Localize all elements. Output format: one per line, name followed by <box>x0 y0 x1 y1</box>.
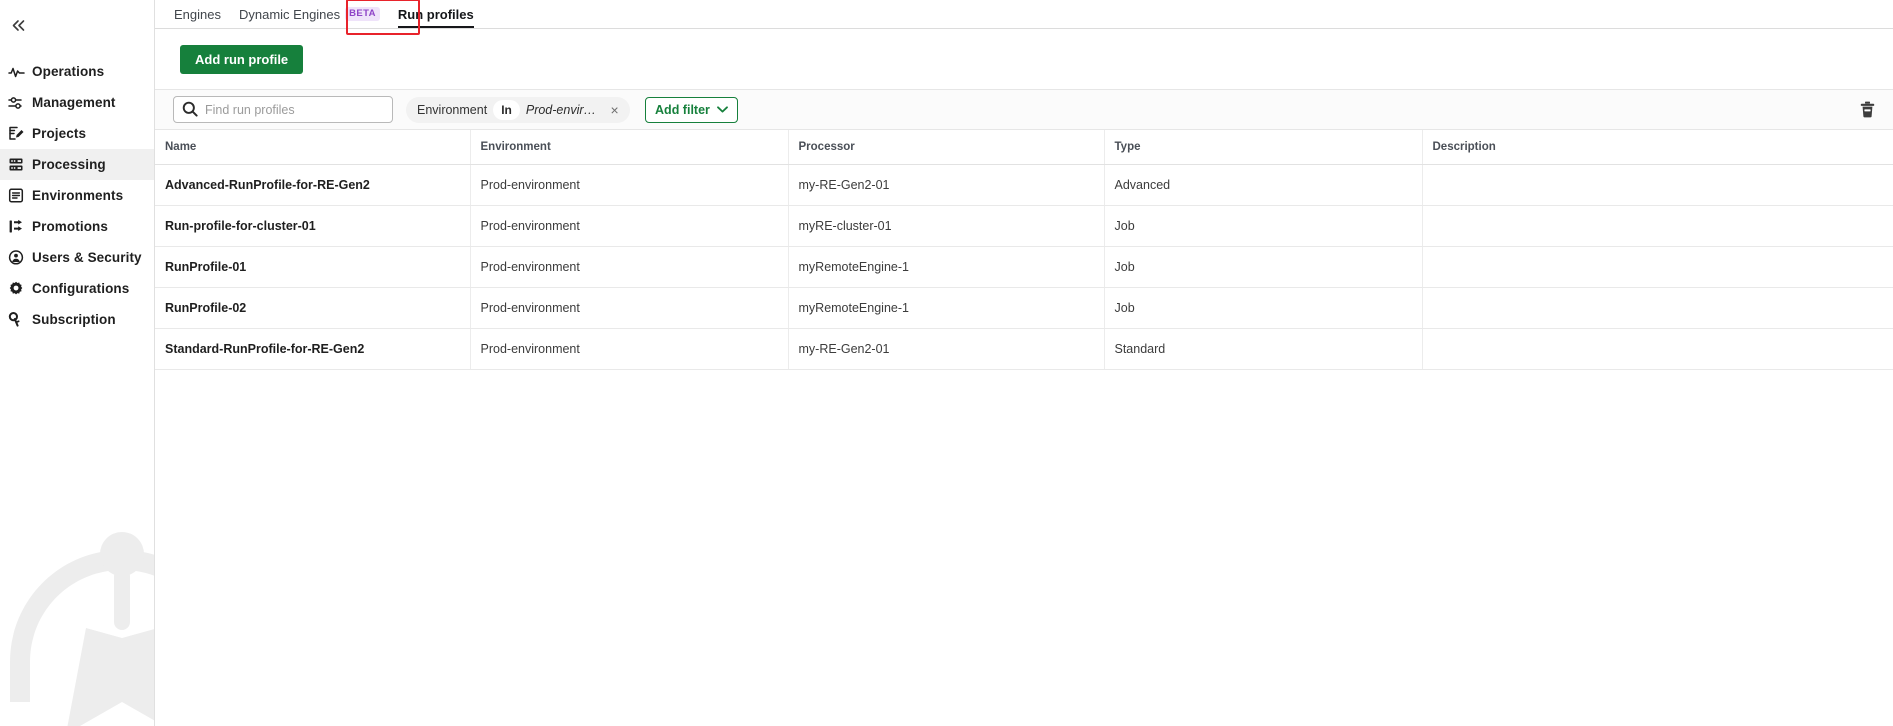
cell-environment: Prod-environment <box>470 164 789 206</box>
promote-arrow-icon <box>8 217 32 237</box>
add-filter-button[interactable]: Add filter <box>645 96 738 123</box>
key-icon <box>8 310 32 330</box>
clear-filters-button[interactable] <box>1856 99 1878 121</box>
sidebar-item-label: Management <box>32 95 116 110</box>
cell-processor: myRemoteEngine-1 <box>788 287 1105 329</box>
cell-name: RunProfile-02 <box>155 287 471 329</box>
user-circle-icon <box>8 248 32 268</box>
column-header-environment[interactable]: Environment <box>470 130 789 165</box>
sidebar-item-label: Operations <box>32 64 105 79</box>
sidebar-item-label: Configurations <box>32 281 130 296</box>
column-header-processor[interactable]: Processor <box>788 130 1105 165</box>
cell-type: Job <box>1104 205 1423 247</box>
tab-dynamic-engines[interactable]: Dynamic Engines BETA <box>230 6 389 28</box>
tab-bar: Engines Dynamic Engines BETA Run profile… <box>155 0 1893 35</box>
sidebar-item-label: Users & Security <box>32 250 142 265</box>
filter-chip-operator: In <box>493 99 520 120</box>
sidebar-item-promotions[interactable]: Promotions <box>0 211 154 242</box>
filter-bar: Environment In Prod-envir… × Add filter <box>155 89 1893 130</box>
sidebar-item-users-and-security[interactable]: Users & Security <box>0 242 154 273</box>
toolbar: Add run profile <box>155 29 1893 74</box>
run-profiles-table-container: Name Environment Processor Type Descript… <box>155 130 1893 726</box>
table-header-row: Name Environment Processor Type Descript… <box>155 130 1893 165</box>
sidebar-nav: Operations Management Projects Processin… <box>0 56 154 335</box>
cell-processor: my-RE-Gen2-01 <box>788 328 1105 370</box>
cell-processor: my-RE-Gen2-01 <box>788 164 1105 206</box>
column-header-description[interactable]: Description <box>1422 130 1893 165</box>
tab-label: Run profiles <box>397 7 474 22</box>
list-box-icon <box>8 186 32 206</box>
cell-environment: Prod-environment <box>470 205 789 247</box>
cell-environment: Prod-environment <box>470 246 789 288</box>
cell-description <box>1422 328 1893 370</box>
sidebar: Operations Management Projects Processin… <box>0 0 155 726</box>
cell-name: Standard-RunProfile-for-RE-Gen2 <box>155 328 471 370</box>
cell-name: Run-profile-for-cluster-01 <box>155 205 471 247</box>
cell-name: Advanced-RunProfile-for-RE-Gen2 <box>155 164 471 206</box>
sidebar-item-subscription[interactable]: Subscription <box>0 304 154 335</box>
cell-name: RunProfile-01 <box>155 246 471 288</box>
search-field <box>173 96 393 123</box>
cell-type: Standard <box>1104 328 1423 370</box>
table-row[interactable]: Standard-RunProfile-for-RE-Gen2 Prod-env… <box>155 328 1893 370</box>
cell-type: Job <box>1104 246 1423 288</box>
sidebar-item-environments[interactable]: Environments <box>0 180 154 211</box>
cell-processor: myRemoteEngine-1 <box>788 246 1105 288</box>
chevron-double-left-icon <box>12 19 24 31</box>
sidebar-item-label: Subscription <box>32 312 116 327</box>
table-body: Advanced-RunProfile-for-RE-Gen2 Prod-env… <box>155 164 1893 370</box>
filter-chip-value: Prod-envir… <box>525 102 597 117</box>
tab-label: Dynamic Engines <box>238 7 341 22</box>
close-icon[interactable]: × <box>606 101 623 118</box>
file-edit-icon <box>8 124 32 144</box>
cell-processor: myRE-cluster-01 <box>788 205 1105 247</box>
app-root: Operations Management Projects Processin… <box>0 0 1893 726</box>
sidebar-item-label: Processing <box>32 157 106 172</box>
cell-description <box>1422 246 1893 288</box>
brand-watermark-logo <box>10 532 154 726</box>
cell-description <box>1422 205 1893 247</box>
run-profiles-table: Name Environment Processor Type Descript… <box>155 130 1893 370</box>
cell-type: Job <box>1104 287 1423 329</box>
add-filter-label: Add filter <box>655 102 710 117</box>
table-row[interactable]: RunProfile-02 Prod-environment myRemoteE… <box>155 287 1893 329</box>
gear-icon <box>8 279 32 299</box>
column-header-name[interactable]: Name <box>155 130 471 165</box>
tab-run-profiles[interactable]: Run profiles <box>389 7 483 28</box>
search-input[interactable] <box>173 96 393 123</box>
cell-environment: Prod-environment <box>470 287 789 329</box>
table-head: Name Environment Processor Type Descript… <box>155 130 1893 165</box>
sidebar-item-processing[interactable]: Processing <box>0 149 154 180</box>
sidebar-item-label: Environments <box>32 188 124 203</box>
sliders-icon <box>8 93 32 113</box>
sidebar-item-label: Promotions <box>32 219 109 234</box>
table-row[interactable]: Run-profile-for-cluster-01 Prod-environm… <box>155 205 1893 247</box>
cell-type: Advanced <box>1104 164 1423 206</box>
filter-chip-environment[interactable]: Environment In Prod-envir… × <box>406 96 631 123</box>
table-row[interactable]: RunProfile-01 Prod-environment myRemoteE… <box>155 246 1893 288</box>
server-rack-icon <box>8 155 32 175</box>
trash-icon <box>1860 101 1874 118</box>
sidebar-item-configurations[interactable]: Configurations <box>0 273 154 304</box>
add-run-profile-button[interactable]: Add run profile <box>180 45 304 74</box>
tab-engines[interactable]: Engines <box>165 7 230 28</box>
sidebar-item-projects[interactable]: Projects <box>0 118 154 149</box>
sidebar-collapse-button[interactable] <box>4 13 32 37</box>
sidebar-item-label: Projects <box>32 126 87 141</box>
main-content: Engines Dynamic Engines BETA Run profile… <box>155 0 1893 726</box>
sidebar-item-operations[interactable]: Operations <box>0 56 154 87</box>
cell-description <box>1422 287 1893 329</box>
column-header-type[interactable]: Type <box>1104 130 1423 165</box>
cell-environment: Prod-environment <box>470 328 789 370</box>
table-row[interactable]: Advanced-RunProfile-for-RE-Gen2 Prod-env… <box>155 164 1893 206</box>
chevron-down-icon <box>716 106 728 113</box>
beta-badge: BETA <box>345 6 380 21</box>
cell-description <box>1422 164 1893 206</box>
activity-pulse-icon <box>8 62 32 82</box>
sidebar-item-management[interactable]: Management <box>0 87 154 118</box>
filter-chip-field: Environment <box>417 102 488 117</box>
tab-label: Engines <box>174 7 221 22</box>
